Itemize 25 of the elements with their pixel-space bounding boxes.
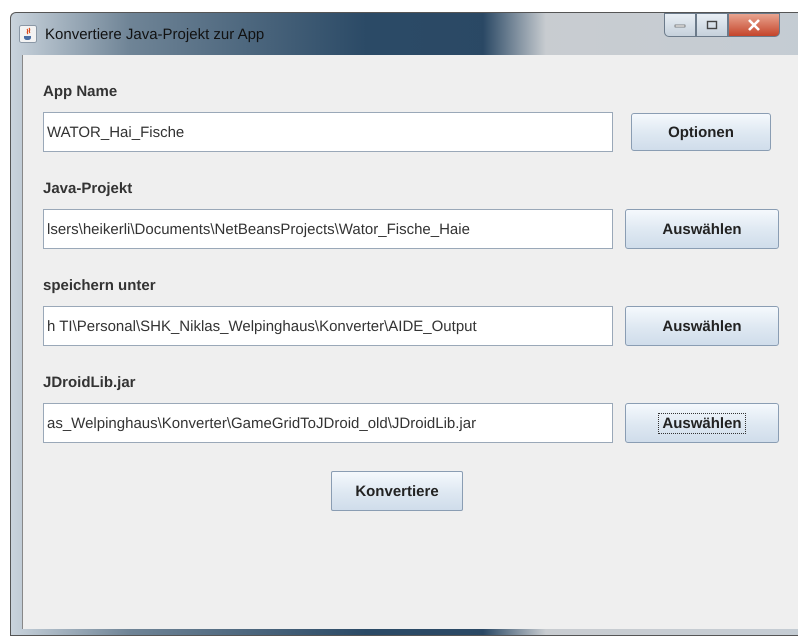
focus-ring: Optionen — [667, 122, 735, 142]
minimize-icon — [674, 22, 686, 28]
focus-ring: Auswählen — [658, 412, 746, 434]
browse-button[interactable]: Auswählen — [625, 209, 779, 249]
java-cup-icon — [19, 25, 37, 43]
focus-ring: Auswählen — [661, 220, 743, 240]
maximize-icon — [706, 20, 718, 30]
window-title: Konvertiere Java-Projekt zur App — [45, 26, 264, 42]
text-field[interactable]: WATOR_Hai_Fische — [43, 112, 613, 152]
text-field[interactable]: h TI\Personal\SHK_Niklas_Welpinghaus\Konverter\AIDE_Output — [43, 306, 613, 346]
close-button[interactable] — [728, 13, 780, 37]
browse-button[interactable]: Auswählen — [625, 306, 779, 346]
convert-button[interactable]: Konvertiere — [331, 471, 463, 511]
field-label: JDroidLib.jar — [43, 374, 136, 391]
focus-ring: Auswählen — [661, 316, 743, 336]
field-label: speichern unter — [43, 277, 156, 294]
field-label: Java-Projekt — [43, 180, 132, 197]
field-label: App Name — [43, 83, 118, 100]
text-field[interactable]: lsers\heikerli\Documents\NetBeansProjects\Wator_Fische_Haie — [43, 209, 613, 249]
browse-button[interactable]: Auswählen — [625, 403, 779, 443]
close-icon — [747, 19, 761, 31]
options-button[interactable]: Optionen — [631, 113, 771, 151]
minimize-button[interactable] — [664, 13, 696, 37]
maximize-button[interactable] — [696, 13, 728, 37]
text-field[interactable]: as_Welpinghaus\Konverter\GameGridToJDroid_old\JDroidLib.jar — [43, 403, 613, 443]
